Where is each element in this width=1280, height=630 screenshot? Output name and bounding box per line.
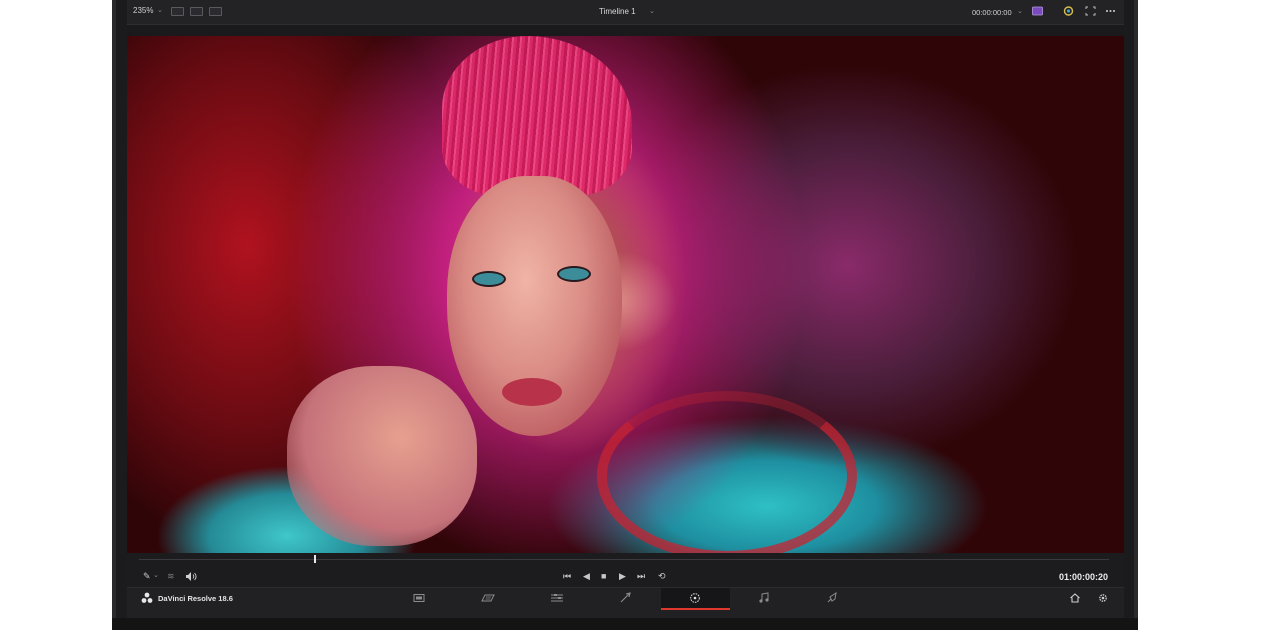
single-viewer-icon[interactable] bbox=[171, 7, 184, 16]
subject-hair bbox=[442, 36, 632, 196]
bezel-edge-left bbox=[112, 0, 116, 630]
fullscreen-icon[interactable] bbox=[1085, 6, 1096, 16]
page-nav-bar: DaVinci Resolve 18.6 bbox=[127, 587, 1124, 618]
playhead[interactable] bbox=[314, 555, 316, 563]
brush-dropdown-icon[interactable]: ⌄ bbox=[153, 571, 159, 579]
subject-eye-left bbox=[472, 271, 506, 287]
viewer-toolbar: 235% ⌄ Timeline 1 ⌄ 00:00:00:00 ⌄ bbox=[127, 0, 1124, 25]
edit-page-icon[interactable] bbox=[550, 592, 564, 604]
zoom-dropdown-icon[interactable]: ⌄ bbox=[157, 6, 163, 14]
subject-hand bbox=[287, 366, 477, 546]
loop-icon[interactable]: ⟲ bbox=[658, 571, 666, 582]
bezel-bottom bbox=[112, 618, 1138, 630]
play-reverse-icon[interactable]: ◀ bbox=[583, 571, 590, 582]
davinci-logo-icon bbox=[141, 592, 153, 603]
fairlight-page-icon[interactable] bbox=[757, 592, 771, 604]
transport-timecode: 01:00:00:20 bbox=[1059, 572, 1109, 582]
app-name: DaVinci Resolve 18.6 bbox=[158, 594, 233, 603]
fusion-page-icon[interactable] bbox=[619, 592, 633, 604]
zoom-level[interactable]: 235% bbox=[133, 6, 153, 15]
timeline-dropdown-icon[interactable]: ⌄ bbox=[649, 7, 655, 15]
dual-viewer-icon[interactable] bbox=[190, 7, 203, 16]
viewer-header-strip bbox=[127, 25, 1124, 36]
color-page-icon[interactable] bbox=[688, 592, 702, 604]
subject-lips bbox=[502, 378, 562, 406]
timecode-dropdown-icon[interactable]: ⌄ bbox=[1017, 7, 1023, 15]
viewer-mode-icon[interactable] bbox=[1032, 6, 1043, 16]
subject-chain bbox=[597, 391, 857, 553]
deliver-page-icon[interactable] bbox=[826, 592, 840, 604]
play-icon[interactable]: ▶ bbox=[619, 571, 626, 582]
skip-to-start-icon[interactable]: ⏮ bbox=[563, 571, 571, 582]
subject-eye-right bbox=[557, 266, 591, 282]
color-wheel-icon[interactable] bbox=[1063, 6, 1074, 16]
speaker-icon[interactable] bbox=[186, 572, 197, 581]
transport-bar: ✎ ⌄ ≋ ⏮ ◀ ■ ▶ ⏭ ⟲ 01:00:00:20 bbox=[127, 553, 1124, 587]
viewer-timecode[interactable]: 00:00:00:00 bbox=[972, 8, 1012, 17]
brush-tool-icon[interactable]: ✎ bbox=[143, 571, 151, 582]
timeline-name[interactable]: Timeline 1 bbox=[599, 7, 636, 16]
settings-gear-icon[interactable] bbox=[1097, 592, 1109, 604]
bezel-edge-right bbox=[1134, 0, 1138, 630]
scrubber-track[interactable] bbox=[139, 559, 1109, 560]
viewer-image[interactable] bbox=[127, 36, 1124, 553]
resolve-window: 235% ⌄ Timeline 1 ⌄ 00:00:00:00 ⌄ ✎ ⌄ ≋ … bbox=[127, 0, 1124, 618]
home-icon[interactable] bbox=[1069, 592, 1081, 604]
media-page-icon[interactable] bbox=[412, 592, 426, 604]
split-viewer-icon[interactable] bbox=[209, 7, 222, 16]
cut-page-icon[interactable] bbox=[481, 592, 495, 604]
stop-icon[interactable]: ■ bbox=[601, 571, 606, 581]
stack-icon[interactable]: ≋ bbox=[167, 571, 175, 582]
more-options-icon[interactable] bbox=[1105, 6, 1116, 16]
skip-to-end-icon[interactable]: ⏭ bbox=[637, 571, 645, 582]
